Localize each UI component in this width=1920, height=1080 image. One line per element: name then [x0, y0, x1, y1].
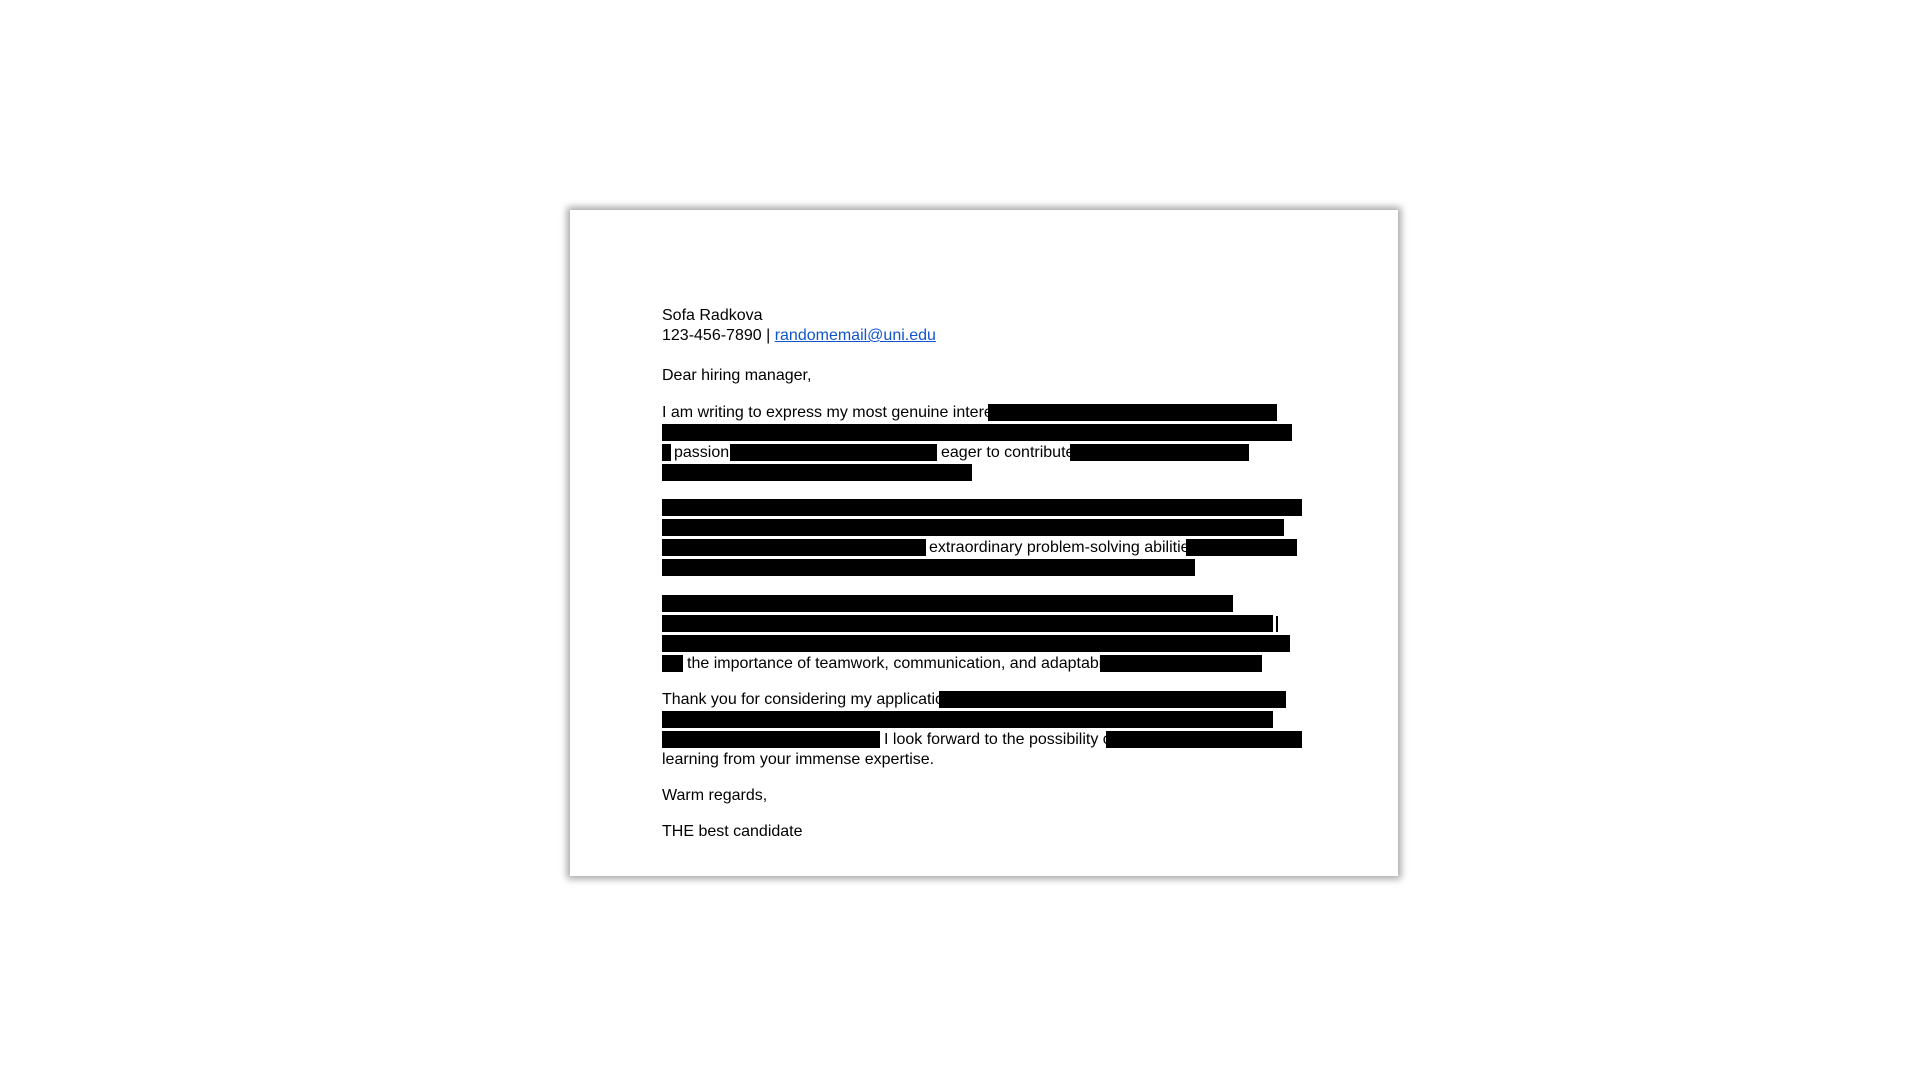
email-link[interactable]: randomemail@uni.edu [775, 327, 936, 344]
redaction-bar [662, 539, 926, 556]
redaction-bar [1276, 616, 1278, 632]
redaction-bar [730, 444, 937, 461]
paragraph3-line4-text: the importance of teamwork, communicatio… [687, 655, 1122, 672]
paragraph1-line3-text-b: eager to contribute [941, 444, 1075, 461]
redaction-bar [662, 464, 972, 481]
redaction-bar [662, 711, 1273, 728]
closing: Warm regards, [662, 787, 768, 804]
redaction-bar [1100, 655, 1262, 672]
redaction-bar [662, 731, 880, 748]
contact-separator: | [761, 327, 775, 344]
redaction-bar [662, 519, 1284, 536]
sender-name: Sofa Radkova [662, 307, 763, 324]
redaction-bar [1186, 539, 1297, 556]
redaction-bar [988, 404, 1277, 421]
redaction-bar [939, 691, 1286, 708]
contact-line: 123-456-7890 | randomemail@uni.edu [662, 326, 936, 346]
paragraph1-line1-text: I am writing to express my most genuine … [662, 404, 1006, 421]
paragraph1-line3-text-a: passion [674, 444, 730, 461]
paragraph4-line4-text: learning from your immense expertise. [662, 751, 935, 768]
redaction-bar [662, 444, 671, 461]
redaction-bar [1070, 444, 1249, 461]
signature: THE best candidate [662, 823, 803, 840]
redaction-bar [662, 615, 1273, 632]
redaction-bar [662, 559, 1195, 576]
redaction-bar [662, 655, 683, 672]
redaction-bar [662, 424, 1292, 441]
paragraph2-line3-text: extraordinary problem-solving abilities [929, 539, 1198, 556]
paragraph4-line1-text: Thank you for considering my application… [662, 691, 958, 708]
redaction-bar [662, 499, 1302, 516]
paragraph4-line3-text: I look forward to the possibility of [884, 731, 1117, 748]
redaction-bar [662, 595, 1233, 612]
redaction-bar [1106, 731, 1302, 748]
phone-number: 123-456-7890 [662, 327, 762, 344]
salutation: Dear hiring manager, [662, 367, 812, 384]
redaction-bar [662, 635, 1290, 652]
